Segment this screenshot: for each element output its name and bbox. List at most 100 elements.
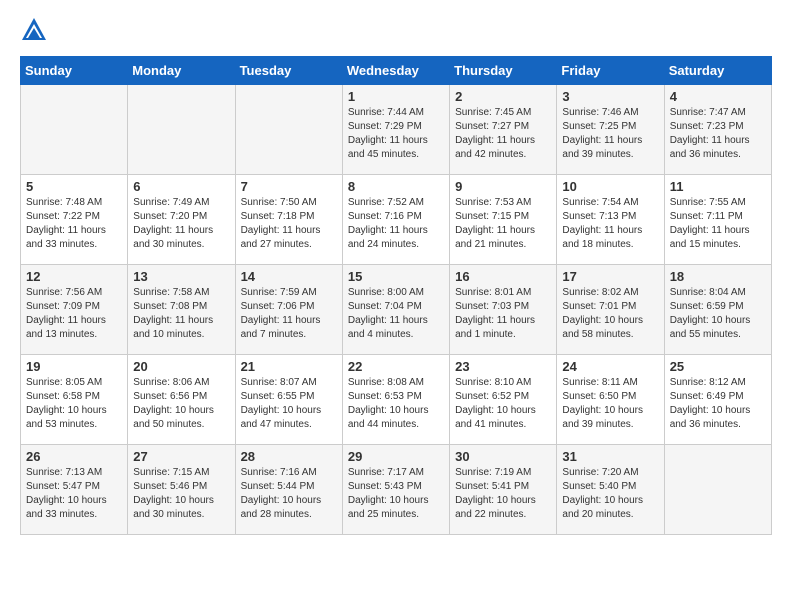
- weekday-header: Sunday: [21, 57, 128, 85]
- day-number: 1: [348, 89, 444, 104]
- day-info: Sunrise: 7:54 AM Sunset: 7:13 PM Dayligh…: [562, 196, 658, 252]
- calendar-cell: 21 Sunrise: 8:07 AM Sunset: 6:55 PM Dayli…: [235, 355, 342, 445]
- day-number: 18: [670, 269, 766, 284]
- calendar-cell: 17Sunrise: 8:02 AM Sunset: 7:01 PM Dayli…: [557, 265, 664, 355]
- day-info: Sunrise: 7:47 AM Sunset: 7:23 PM Dayligh…: [670, 106, 766, 162]
- day-info: Sunrise: 7:13 AM Sunset: 5:47 PM Dayligh…: [26, 466, 122, 522]
- day-number: 31: [562, 449, 658, 464]
- calendar-week-row: 1 Sunrise: 7:44 AM Sunset: 7:29 PM Daylig…: [21, 85, 772, 175]
- calendar-cell: 18Sunrise: 8:04 AM Sunset: 6:59 PM Dayli…: [664, 265, 771, 355]
- day-info: Sunrise: 7:49 AM Sunset: 7:20 PM Dayligh…: [133, 196, 229, 252]
- weekday-header: Monday: [128, 57, 235, 85]
- day-number: 30: [455, 449, 551, 464]
- calendar-cell: 11 Sunrise: 7:55 AM Sunset: 7:11 PM Dayli…: [664, 175, 771, 265]
- calendar-cell: 7Sunrise: 7:50 AM Sunset: 7:18 PM Daylig…: [235, 175, 342, 265]
- day-number: 3: [562, 89, 658, 104]
- day-number: 2: [455, 89, 551, 104]
- header: [20, 16, 772, 44]
- day-number: 19: [26, 359, 122, 374]
- day-info: Sunrise: 8:10 AM Sunset: 6:52 PM Dayligh…: [455, 376, 551, 432]
- calendar-cell: 27 Sunrise: 7:15 AM Sunset: 5:46 PM Dayli…: [128, 445, 235, 535]
- calendar-cell: 22 Sunrise: 8:08 AM Sunset: 6:53 PM Dayli…: [342, 355, 449, 445]
- day-number: 14: [241, 269, 337, 284]
- day-info: Sunrise: 7:50 AM Sunset: 7:18 PM Dayligh…: [241, 196, 337, 252]
- calendar-cell: 31 Sunrise: 7:20 AM Sunset: 5:40 PM Dayli…: [557, 445, 664, 535]
- day-info: Sunrise: 8:11 AM Sunset: 6:50 PM Dayligh…: [562, 376, 658, 432]
- calendar-cell: 16Sunrise: 8:01 AM Sunset: 7:03 PM Dayli…: [450, 265, 557, 355]
- weekday-header: Thursday: [450, 57, 557, 85]
- calendar-cell: 4Sunrise: 7:47 AM Sunset: 7:23 PM Daylig…: [664, 85, 771, 175]
- day-info: Sunrise: 7:46 AM Sunset: 7:25 PM Dayligh…: [562, 106, 658, 162]
- day-info: Sunrise: 7:16 AM Sunset: 5:44 PM Dayligh…: [241, 466, 337, 522]
- calendar-cell: 24 Sunrise: 8:11 AM Sunset: 6:50 PM Dayli…: [557, 355, 664, 445]
- calendar-cell: 25 Sunrise: 8:12 AM Sunset: 6:49 PM Dayli…: [664, 355, 771, 445]
- day-info: Sunrise: 8:08 AM Sunset: 6:53 PM Dayligh…: [348, 376, 444, 432]
- calendar-cell: 8 Sunrise: 7:52 AM Sunset: 7:16 PM Daylig…: [342, 175, 449, 265]
- day-info: Sunrise: 7:44 AM Sunset: 7:29 PM Dayligh…: [348, 106, 444, 162]
- day-number: 13: [133, 269, 229, 284]
- weekday-header: Friday: [557, 57, 664, 85]
- calendar-cell: 13 Sunrise: 7:58 AM Sunset: 7:08 PM Dayli…: [128, 265, 235, 355]
- day-number: 10: [562, 179, 658, 194]
- day-number: 6: [133, 179, 229, 194]
- day-info: Sunrise: 7:48 AM Sunset: 7:22 PM Dayligh…: [26, 196, 122, 252]
- calendar-cell: 26 Sunrise: 7:13 AM Sunset: 5:47 PM Dayli…: [21, 445, 128, 535]
- day-info: Sunrise: 7:56 AM Sunset: 7:09 PM Dayligh…: [26, 286, 122, 342]
- logo-icon: [20, 16, 48, 44]
- calendar-cell: 20Sunrise: 8:06 AM Sunset: 6:56 PM Dayli…: [128, 355, 235, 445]
- day-info: Sunrise: 7:55 AM Sunset: 7:11 PM Dayligh…: [670, 196, 766, 252]
- day-info: Sunrise: 7:19 AM Sunset: 5:41 PM Dayligh…: [455, 466, 551, 522]
- day-number: 17: [562, 269, 658, 284]
- day-info: Sunrise: 7:53 AM Sunset: 7:15 PM Dayligh…: [455, 196, 551, 252]
- header-row: SundayMondayTuesdayWednesdayThursdayFrid…: [21, 57, 772, 85]
- day-number: 24: [562, 359, 658, 374]
- day-number: 22: [348, 359, 444, 374]
- calendar-cell: [235, 85, 342, 175]
- calendar-week-row: 26 Sunrise: 7:13 AM Sunset: 5:47 PM Dayli…: [21, 445, 772, 535]
- calendar-cell: 9 Sunrise: 7:53 AM Sunset: 7:15 PM Daylig…: [450, 175, 557, 265]
- day-number: 23: [455, 359, 551, 374]
- calendar-cell: 19Sunrise: 8:05 AM Sunset: 6:58 PM Dayli…: [21, 355, 128, 445]
- day-info: Sunrise: 7:52 AM Sunset: 7:16 PM Dayligh…: [348, 196, 444, 252]
- day-number: 21: [241, 359, 337, 374]
- calendar-table: SundayMondayTuesdayWednesdayThursdayFrid…: [20, 56, 772, 535]
- day-number: 5: [26, 179, 122, 194]
- calendar-cell: 5 Sunrise: 7:48 AM Sunset: 7:22 PM Daylig…: [21, 175, 128, 265]
- calendar-cell: 15 Sunrise: 8:00 AM Sunset: 7:04 PM Dayli…: [342, 265, 449, 355]
- day-info: Sunrise: 8:01 AM Sunset: 7:03 PM Dayligh…: [455, 286, 551, 342]
- day-info: Sunrise: 7:20 AM Sunset: 5:40 PM Dayligh…: [562, 466, 658, 522]
- calendar-cell: 10 Sunrise: 7:54 AM Sunset: 7:13 PM Dayli…: [557, 175, 664, 265]
- day-number: 8: [348, 179, 444, 194]
- calendar-page: SundayMondayTuesdayWednesdayThursdayFrid…: [0, 0, 792, 551]
- day-info: Sunrise: 7:15 AM Sunset: 5:46 PM Dayligh…: [133, 466, 229, 522]
- calendar-cell: [128, 85, 235, 175]
- day-number: 26: [26, 449, 122, 464]
- day-info: Sunrise: 8:00 AM Sunset: 7:04 PM Dayligh…: [348, 286, 444, 342]
- calendar-cell: 28Sunrise: 7:16 AM Sunset: 5:44 PM Dayli…: [235, 445, 342, 535]
- calendar-cell: 23 Sunrise: 8:10 AM Sunset: 6:52 PM Dayli…: [450, 355, 557, 445]
- weekday-header: Saturday: [664, 57, 771, 85]
- day-number: 29: [348, 449, 444, 464]
- day-info: Sunrise: 8:07 AM Sunset: 6:55 PM Dayligh…: [241, 376, 337, 432]
- weekday-header: Tuesday: [235, 57, 342, 85]
- day-number: 20: [133, 359, 229, 374]
- day-number: 25: [670, 359, 766, 374]
- day-number: 15: [348, 269, 444, 284]
- day-info: Sunrise: 7:45 AM Sunset: 7:27 PM Dayligh…: [455, 106, 551, 162]
- calendar-cell: [664, 445, 771, 535]
- day-info: Sunrise: 7:58 AM Sunset: 7:08 PM Dayligh…: [133, 286, 229, 342]
- weekday-header: Wednesday: [342, 57, 449, 85]
- calendar-week-row: 12Sunrise: 7:56 AM Sunset: 7:09 PM Dayli…: [21, 265, 772, 355]
- calendar-cell: 14Sunrise: 7:59 AM Sunset: 7:06 PM Dayli…: [235, 265, 342, 355]
- calendar-cell: 29Sunrise: 7:17 AM Sunset: 5:43 PM Dayli…: [342, 445, 449, 535]
- day-number: 27: [133, 449, 229, 464]
- day-info: Sunrise: 8:12 AM Sunset: 6:49 PM Dayligh…: [670, 376, 766, 432]
- day-number: 11: [670, 179, 766, 194]
- calendar-cell: 3 Sunrise: 7:46 AM Sunset: 7:25 PM Daylig…: [557, 85, 664, 175]
- calendar-week-row: 5 Sunrise: 7:48 AM Sunset: 7:22 PM Daylig…: [21, 175, 772, 265]
- calendar-cell: [21, 85, 128, 175]
- day-number: 9: [455, 179, 551, 194]
- logo: [20, 16, 52, 44]
- calendar-cell: 12Sunrise: 7:56 AM Sunset: 7:09 PM Dayli…: [21, 265, 128, 355]
- calendar-cell: 1 Sunrise: 7:44 AM Sunset: 7:29 PM Daylig…: [342, 85, 449, 175]
